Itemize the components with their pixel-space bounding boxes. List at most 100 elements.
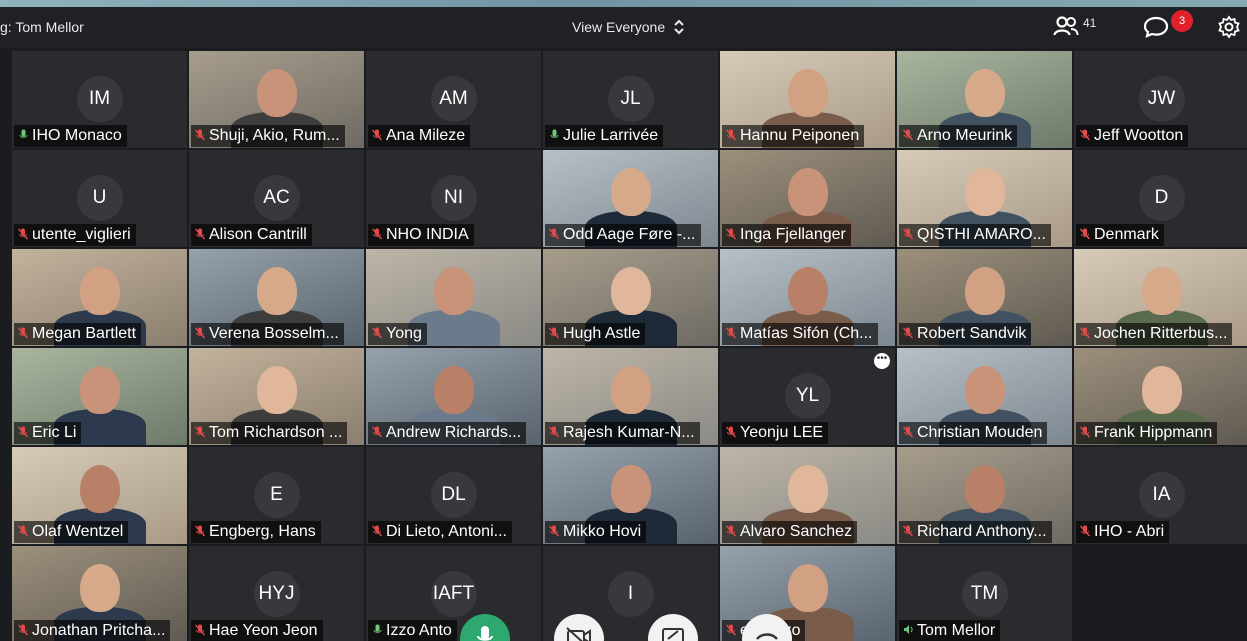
participant-tile[interactable]: YL ••• Yeonju LEE <box>720 348 895 445</box>
person-face <box>788 267 828 315</box>
participant-tile[interactable]: Alvaro Sanchez <box>720 447 895 544</box>
participant-tile[interactable]: TM Tom Mellor <box>897 546 1072 641</box>
participant-name: Inga Fjellanger <box>740 226 846 243</box>
mic-muted-icon <box>725 525 737 540</box>
participant-tile[interactable]: Christian Mouden <box>897 348 1072 445</box>
participant-tile[interactable]: Megan Bartlett <box>12 249 187 346</box>
participant-name-tag: Olaf Wentzel <box>14 521 129 543</box>
person-face <box>257 366 297 414</box>
more-options-icon[interactable]: ••• <box>874 353 890 369</box>
participant-name-tag: NHO INDIA <box>368 224 474 246</box>
mic-muted-icon <box>194 129 206 144</box>
avatar-initials: IAFT <box>430 570 477 617</box>
settings-button[interactable] <box>1217 15 1241 42</box>
participant-name: Robert Sandvik <box>917 325 1027 342</box>
participant-tile[interactable]: QISTHI AMARO... <box>897 150 1072 247</box>
mic-muted-icon <box>371 327 383 342</box>
participant-tile[interactable]: D Denmark <box>1074 150 1247 247</box>
participant-name: Andrew Richards... <box>386 424 522 441</box>
participant-tile[interactable]: Eric Li <box>12 348 187 445</box>
view-selector[interactable]: View Everyone <box>572 19 685 35</box>
person-face <box>965 69 1005 117</box>
participant-tile[interactable]: Olaf Wentzel <box>12 447 187 544</box>
participant-tile[interactable]: Jochen Ritterbus... <box>1074 249 1247 346</box>
participant-name: Frank Hippmann <box>1094 424 1213 441</box>
person-face <box>788 564 828 612</box>
participant-name-tag: Alison Cantrill <box>191 224 312 246</box>
participant-tile[interactable]: Robert Sandvik <box>897 249 1072 346</box>
participant-tile[interactable]: Richard Anthony... <box>897 447 1072 544</box>
participant-name-tag: utente_viglieri <box>14 224 136 246</box>
participant-name: Mikko Hovi <box>563 523 642 540</box>
person-face <box>257 69 297 117</box>
participant-tile[interactable]: IAFT Izzo Anto <box>366 546 541 641</box>
participant-name-tag: Mikko Hovi <box>545 521 647 543</box>
participant-tile[interactable]: AM Ana Mileze <box>366 51 541 148</box>
avatar-initials: IM <box>76 75 123 122</box>
participant-name: Odd Aage Føre -... <box>563 226 696 243</box>
participant-tile[interactable]: Matías Sifón (Ch... <box>720 249 895 346</box>
mic-muted-icon <box>902 327 914 342</box>
participant-tile[interactable]: Odd Aage Føre -... <box>543 150 718 247</box>
participant-tile[interactable]: AC Alison Cantrill <box>189 150 364 247</box>
participant-grid: IM IHO Monaco Shuji, Akio, Rum... AM Ana Mil… <box>12 51 1247 641</box>
avatar-initials: U <box>76 174 123 221</box>
person-face <box>434 366 474 414</box>
participant-tile[interactable]: Hugh Astle <box>543 249 718 346</box>
participant-tile[interactable]: Rajesh Kumar-N... <box>543 348 718 445</box>
mic-muted-icon <box>371 129 383 144</box>
participant-name: Hae Yeon Jeon <box>209 622 318 639</box>
participant-name-tag: QISTHI AMARO... <box>899 224 1051 246</box>
participant-tile[interactable]: Hannu Peiponen <box>720 51 895 148</box>
person-face <box>611 168 651 216</box>
participant-name-tag: Hannu Peiponen <box>722 125 865 147</box>
participant-tile[interactable]: Mikko Hovi <box>543 447 718 544</box>
participant-tile[interactable]: NI NHO INDIA <box>366 150 541 247</box>
person-face <box>611 366 651 414</box>
participant-tile[interactable]: Andrew Richards... <box>366 348 541 445</box>
participant-name-tag: IHO - Abri <box>1076 521 1170 543</box>
participant-name: Rajesh Kumar-N... <box>563 424 695 441</box>
participant-tile[interactable]: Jonathan Pritcha... <box>12 546 187 641</box>
participant-tile[interactable]: E Engberg, Hans <box>189 447 364 544</box>
participant-name: Arno Meurink <box>917 127 1013 144</box>
participant-name: Alvaro Sanchez <box>740 523 853 540</box>
mic-muted-icon <box>1079 327 1091 342</box>
participant-name-tag: Matías Sifón (Ch... <box>722 323 878 345</box>
participant-name: Ana Mileze <box>386 127 466 144</box>
participant-tile[interactable]: Frank Hippmann <box>1074 348 1247 445</box>
participant-name: Engberg, Hans <box>209 523 316 540</box>
participant-name-tag: Izzo Anto <box>368 620 457 641</box>
participant-name: Denmark <box>1094 226 1159 243</box>
participant-tile[interactable]: HYJ Hae Yeon Jeon <box>189 546 364 641</box>
phone-icon <box>754 627 780 641</box>
participant-tile[interactable]: DL Di Lieto, Antoni... <box>366 447 541 544</box>
participant-tile[interactable]: Arno Meurink <box>897 51 1072 148</box>
participant-tile[interactable]: IM IHO Monaco <box>12 51 187 148</box>
participant-tile[interactable]: JW Jeff Wootton <box>1074 51 1247 148</box>
participant-name-tag: Jonathan Pritcha... <box>14 620 171 641</box>
participant-name: Julie Larrivée <box>563 127 659 144</box>
gear-icon <box>1217 15 1241 42</box>
person-face <box>434 267 474 315</box>
participant-tile[interactable]: Inga Fjellanger <box>720 150 895 247</box>
participant-name-tag: Di Lieto, Antoni... <box>368 521 512 543</box>
participant-tile[interactable]: Tom Richardson ... <box>189 348 364 445</box>
participant-name: NHO INDIA <box>386 226 469 243</box>
participant-name: Tom Mellor <box>917 622 996 639</box>
participant-name-tag: Andrew Richards... <box>368 422 527 444</box>
chat-button[interactable] <box>1143 15 1169 42</box>
participant-tile[interactable]: Uutente_viglieri <box>12 150 187 247</box>
participant-tile[interactable]: JL Julie Larrivée <box>543 51 718 148</box>
avatar-initials: NI <box>430 174 477 221</box>
meeting-window: g: Tom Mellor View Everyone 41 3 IM IHO … <box>0 7 1247 641</box>
participant-tile[interactable]: Verena Bosselm... <box>189 249 364 346</box>
person-face <box>1142 267 1182 315</box>
participant-name-tag: Inga Fjellanger <box>722 224 851 246</box>
participant-tile[interactable]: Yong <box>366 249 541 346</box>
participant-tile[interactable]: IA IHO - Abri <box>1074 447 1247 544</box>
participant-tile[interactable]: Shuji, Akio, Rum... <box>189 51 364 148</box>
person-face <box>80 564 120 612</box>
mic-muted-icon <box>725 228 737 243</box>
participants-button[interactable]: 41 <box>1053 15 1096 40</box>
